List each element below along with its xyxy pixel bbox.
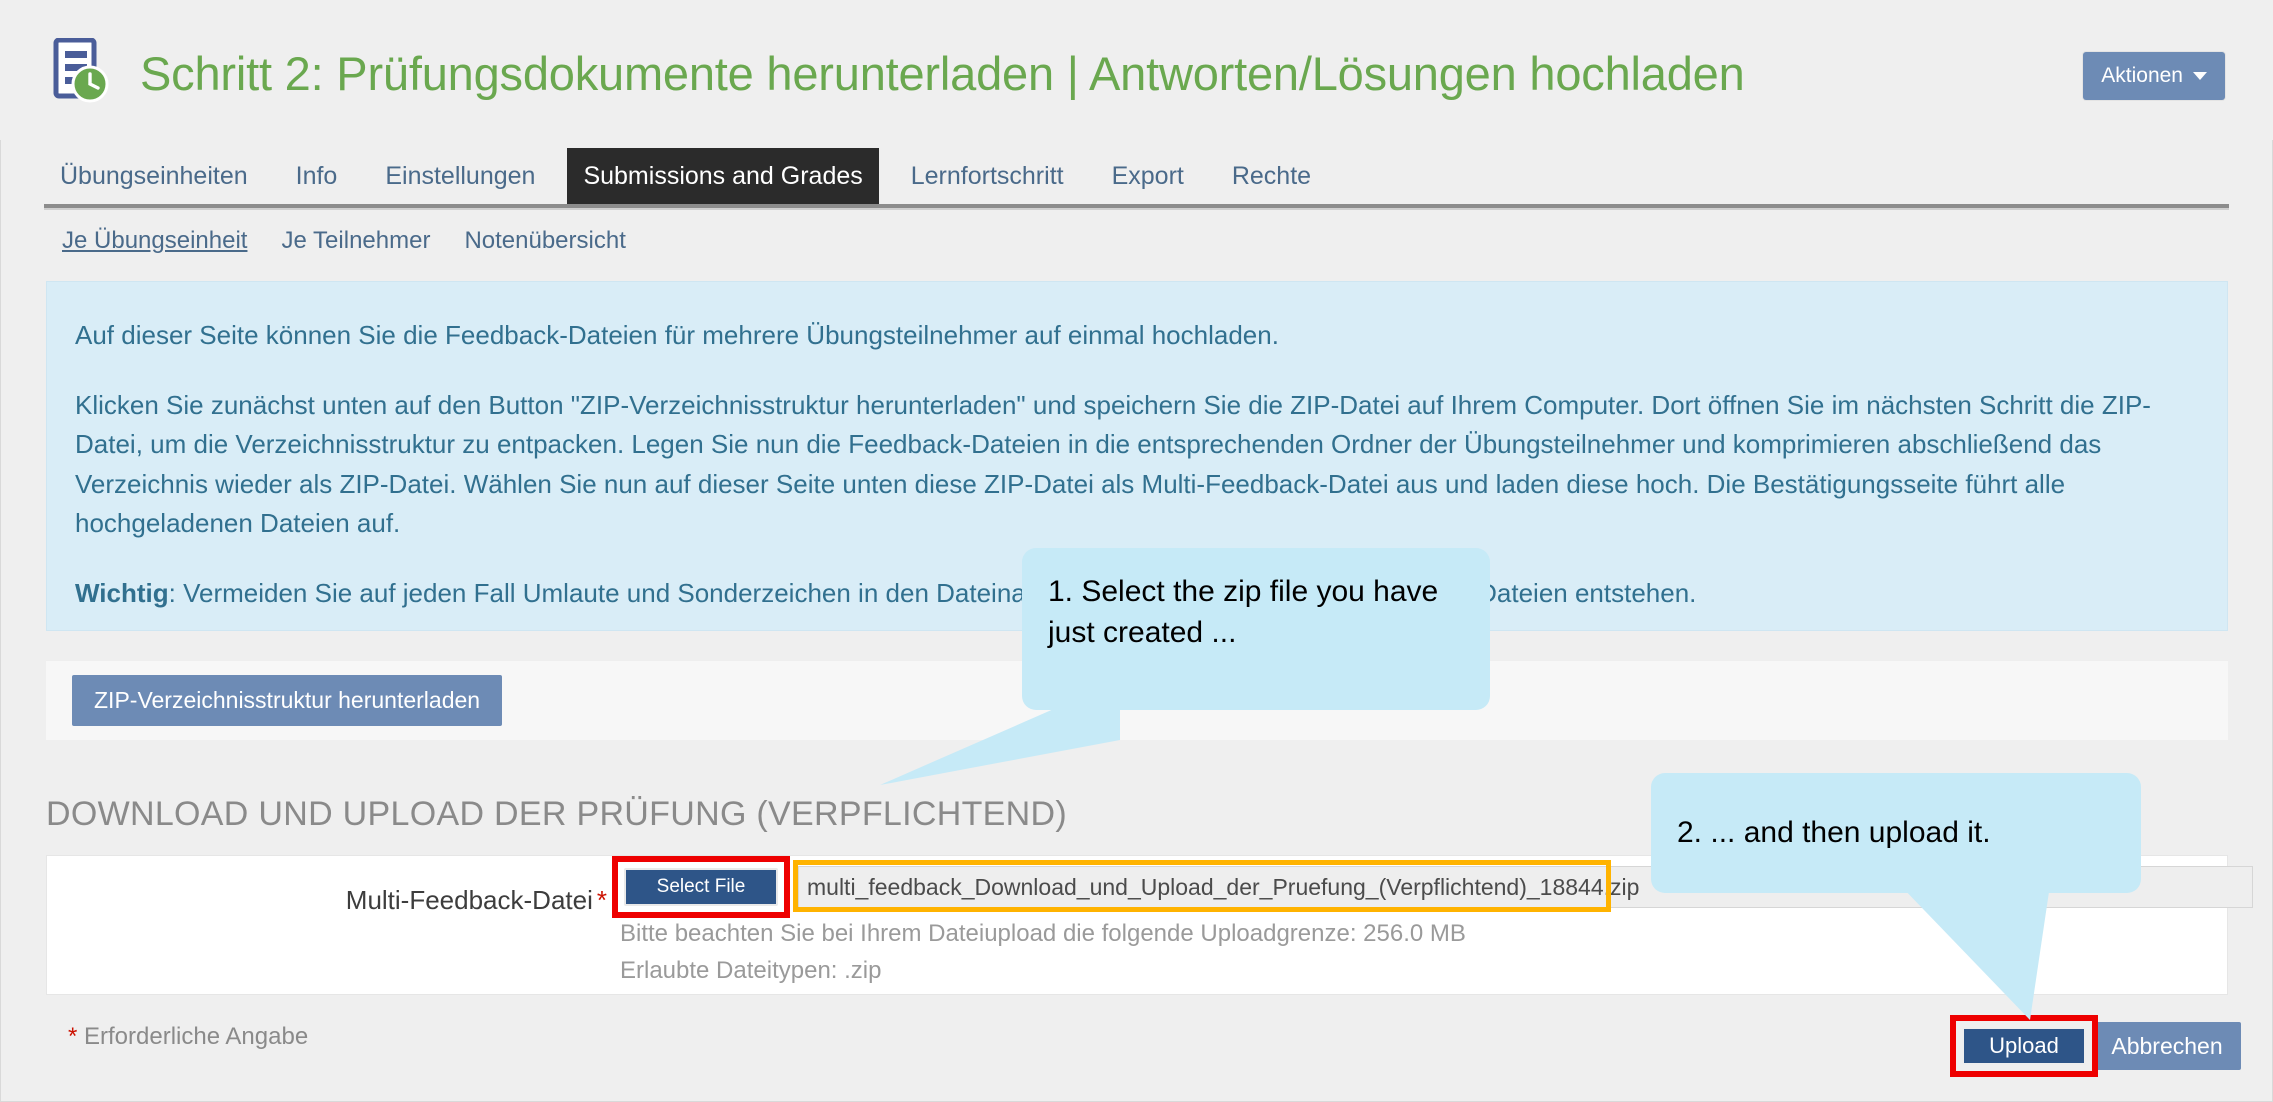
cancel-button[interactable]: Abbrechen <box>2093 1022 2241 1070</box>
tab-lernfortschritt[interactable]: Lernfortschritt <box>895 148 1080 204</box>
page-header: Schritt 2: Prüfungsdokumente herunterlad… <box>0 0 2273 140</box>
tab-rechte[interactable]: Rechte <box>1216 148 1327 204</box>
callout-step-1: 1. Select the zip file you have just cre… <box>1022 548 1490 710</box>
field-label-text: Multi-Feedback-Datei <box>345 885 593 915</box>
chevron-down-icon <box>2193 72 2207 81</box>
tabs-underline-light <box>44 208 2229 210</box>
tab-info[interactable]: Info <box>280 148 354 204</box>
allowed-filetypes-hint: Erlaubte Dateitypen: .zip <box>620 957 882 984</box>
callout-step-2-text: 2. ... and then upload it. <box>1677 815 1991 849</box>
subtab-je-bungseinheit[interactable]: Je Übungseinheit <box>62 227 247 255</box>
info-important-label: Wichtig <box>75 577 169 608</box>
upload-button[interactable]: Upload <box>1962 1027 2086 1065</box>
tab-label: Lernfortschritt <box>910 161 1064 190</box>
subtab-noten-bersicht[interactable]: Notenübersicht <box>464 227 625 255</box>
primary-tabs: Übungseinheiten Info Einstellungen Submissi… <box>0 148 2273 204</box>
page-title: Schritt 2: Prüfungsdokumente herunterlad… <box>140 47 1745 100</box>
tab-label: Einstellungen <box>385 161 536 190</box>
tab-label: Info <box>295 161 338 190</box>
required-note-asterisk: * <box>68 1023 78 1050</box>
callout-step-2: 2. ... and then upload it. <box>1651 773 2141 893</box>
section-heading: DOWNLOAD UND UPLOAD DER PRÜFUNG (VERPFLI… <box>46 795 1067 833</box>
tab-label: Submissions and Grades <box>583 161 863 190</box>
file-name-highlight-box <box>793 860 1611 912</box>
subtab-je-teilnehmer[interactable]: Je Teilnehmer <box>281 227 430 255</box>
required-asterisk: * <box>596 885 607 915</box>
tab-einstellungen[interactable]: Einstellungen <box>369 148 551 204</box>
actions-button[interactable]: Aktionen <box>2083 52 2225 100</box>
callout-2-tail <box>1900 885 2050 1020</box>
tab-label: Export <box>1111 161 1184 190</box>
upload-limit-hint: Bitte beachten Sie bei Ihrem Dateiupload… <box>620 920 1466 947</box>
document-clock-icon <box>52 37 110 104</box>
secondary-tabs: Je Übungseinheit Je Teilnehmer Notenübersi… <box>62 218 626 264</box>
multi-feedback-field-label: Multi-Feedback-Datei * <box>47 885 607 916</box>
tab-submissions-and-grades[interactable]: Submissions and Grades <box>567 148 879 204</box>
info-paragraph-2: Klicken Sie zunächst unten auf den Butto… <box>75 389 2151 539</box>
page-root: Schritt 2: Prüfungsdokumente herunterlad… <box>0 0 2273 1102</box>
tab-label: Rechte <box>1231 161 1312 190</box>
info-paragraph-1: Auf dieser Seite können Sie die Feedback… <box>75 320 1279 350</box>
required-field-note: * Erforderliche Angabe <box>68 1023 308 1051</box>
tab-export[interactable]: Export <box>1096 148 1200 204</box>
tab-label: Übungseinheiten <box>60 161 248 190</box>
actions-button-label: Aktionen <box>2101 64 2183 87</box>
callout-step-1-text: 1. Select the zip file you have just cre… <box>1048 575 1439 649</box>
select-file-button[interactable]: Select File <box>624 868 778 906</box>
required-note-text: Erforderliche Angabe <box>84 1023 309 1050</box>
zip-structure-download-button[interactable]: ZIP-Verzeichnisstruktur herunterladen <box>72 675 503 726</box>
tab-bungseinheiten[interactable]: Übungseinheiten <box>44 148 264 204</box>
